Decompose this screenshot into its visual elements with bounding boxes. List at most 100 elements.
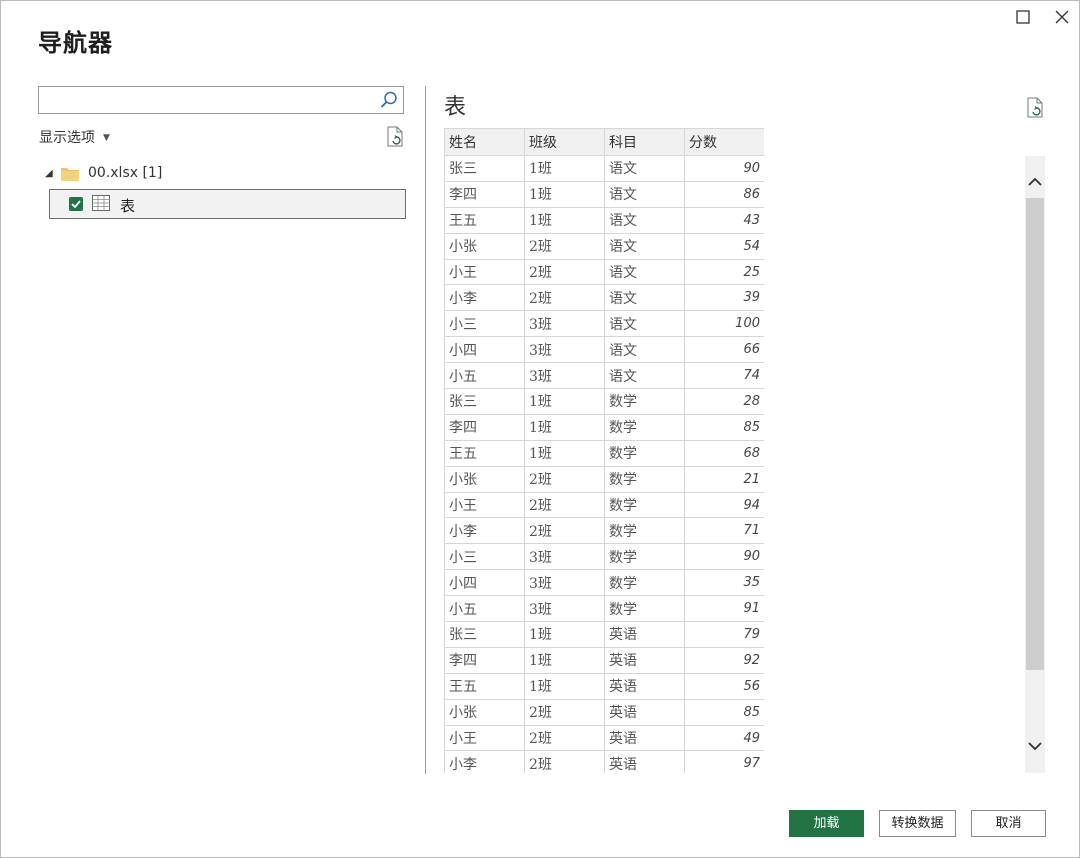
tree-item-table[interactable]: 表	[49, 189, 406, 219]
table-cell: 李四	[444, 413, 525, 441]
table-cell: 语文	[604, 336, 685, 364]
table-cell: 1班	[524, 672, 605, 700]
vertical-scrollbar[interactable]	[1025, 156, 1045, 773]
table-cell: 语文	[604, 258, 685, 286]
table-cell: 数学	[604, 543, 685, 571]
table-cell: 85	[684, 413, 764, 441]
table-cell: 张三	[444, 155, 525, 182]
table-row: 张三 1班 英语 79	[444, 621, 764, 648]
table-icon	[92, 195, 110, 215]
table-row: 小王 2班 语文 25	[444, 258, 764, 286]
search-input[interactable]	[43, 90, 377, 112]
table-cell: 李四	[444, 180, 525, 208]
table-row: 小四 3班 数学 35	[444, 569, 764, 597]
table-cell: 数学	[604, 465, 685, 493]
search-box[interactable]	[38, 86, 404, 114]
table-cell: 35	[684, 569, 764, 597]
table-cell: 王五	[444, 439, 525, 467]
table-cell: 小王	[444, 491, 525, 519]
table-cell: 数学	[604, 413, 685, 441]
table-row: 张三 1班 语文 90	[444, 155, 764, 182]
table-row: 王五 1班 数学 68	[444, 439, 764, 467]
table-cell: 英语	[604, 750, 685, 773]
table-cell: 王五	[444, 206, 525, 234]
table-row: 小三 3班 语文 100	[444, 310, 764, 338]
table-cell: 小五	[444, 595, 525, 623]
table-row: 小五 3班 语文 74	[444, 362, 764, 390]
table-cell: 数学	[604, 388, 685, 415]
table-cell: 小三	[444, 543, 525, 571]
table-cell: 1班	[524, 388, 605, 415]
table-cell: 小王	[444, 258, 525, 286]
table-cell: 1班	[524, 439, 605, 467]
scrollbar-thumb[interactable]	[1026, 198, 1044, 670]
table-row: 小三 3班 数学 90	[444, 543, 764, 571]
table-cell: 43	[684, 206, 764, 234]
table-cell: 25	[684, 258, 764, 286]
table-cell: 2班	[524, 232, 605, 260]
table-cell: 94	[684, 491, 764, 519]
pane-divider[interactable]	[425, 86, 426, 774]
table-row: 王五 1班 英语 56	[444, 672, 764, 700]
maximize-icon[interactable]	[1013, 7, 1033, 27]
table-cell: 2班	[524, 465, 605, 493]
data-table: 姓名 班级 科目 分数 张三 1班 语文 90 李四 1班 语文 86 王五 1班 语文 43 小张 2班…	[444, 128, 764, 773]
refresh-icon[interactable]	[385, 126, 405, 152]
table-cell: 英语	[604, 672, 685, 700]
table-cell: 2班	[524, 284, 605, 312]
table-row: 小张 2班 语文 54	[444, 232, 764, 260]
display-options-dropdown[interactable]: 显示选项 ▼	[39, 127, 110, 147]
table-cell: 小张	[444, 232, 525, 260]
table-cell: 28	[684, 388, 764, 415]
table-cell: 小五	[444, 362, 525, 390]
preview-title: 表	[444, 95, 467, 120]
cancel-button[interactable]: 取消	[971, 810, 1046, 837]
table-cell: 66	[684, 336, 764, 364]
transform-data-button[interactable]: 转换数据	[879, 810, 956, 837]
load-button[interactable]: 加载	[789, 810, 864, 837]
table-cell: 68	[684, 439, 764, 467]
table-cell: 79	[684, 621, 764, 648]
expand-triangle-icon[interactable]: ◢	[45, 168, 53, 179]
table-cell: 英语	[604, 621, 685, 648]
column-header[interactable]: 科目	[604, 128, 685, 156]
refresh-icon[interactable]	[1025, 97, 1045, 123]
table-cell: 3班	[524, 362, 605, 390]
column-header[interactable]: 分数	[684, 128, 764, 156]
table-cell: 数学	[604, 439, 685, 467]
table-cell: 74	[684, 362, 764, 390]
chevron-down-icon[interactable]	[1027, 738, 1043, 757]
table-cell: 90	[684, 543, 764, 571]
table-cell: 1班	[524, 621, 605, 648]
table-cell: 小四	[444, 336, 525, 364]
column-header[interactable]: 班级	[524, 128, 605, 156]
checkbox-checked-icon[interactable]	[69, 197, 83, 211]
table-cell: 3班	[524, 595, 605, 623]
table-row: 小张 2班 数学 21	[444, 465, 764, 493]
table-row: 小李 2班 数学 71	[444, 517, 764, 545]
table-cell: 2班	[524, 750, 605, 773]
table-header-row: 姓名 班级 科目 分数	[444, 128, 764, 156]
table-cell: 语文	[604, 155, 685, 182]
table-cell: 小四	[444, 569, 525, 597]
dialog-title: 导航器	[38, 29, 113, 57]
column-header[interactable]: 姓名	[444, 128, 525, 156]
chevron-up-icon[interactable]	[1027, 174, 1043, 193]
table-cell: 英语	[604, 698, 685, 726]
table-row: 小李 2班 英语 97	[444, 750, 764, 773]
table-cell: 2班	[524, 517, 605, 545]
tree-root-label: 00.xlsx [1]	[88, 165, 163, 181]
table-cell: 1班	[524, 413, 605, 441]
table-cell: 语文	[604, 206, 685, 234]
close-icon[interactable]	[1052, 7, 1072, 27]
table-cell: 小李	[444, 284, 525, 312]
table-cell: 97	[684, 750, 764, 773]
table-cell: 85	[684, 698, 764, 726]
table-row: 小李 2班 语文 39	[444, 284, 764, 312]
search-icon[interactable]	[379, 90, 399, 114]
table-cell: 71	[684, 517, 764, 545]
table-cell: 1班	[524, 206, 605, 234]
table-cell: 49	[684, 724, 764, 752]
table-cell: 小张	[444, 465, 525, 493]
table-row: 小四 3班 语文 66	[444, 336, 764, 364]
